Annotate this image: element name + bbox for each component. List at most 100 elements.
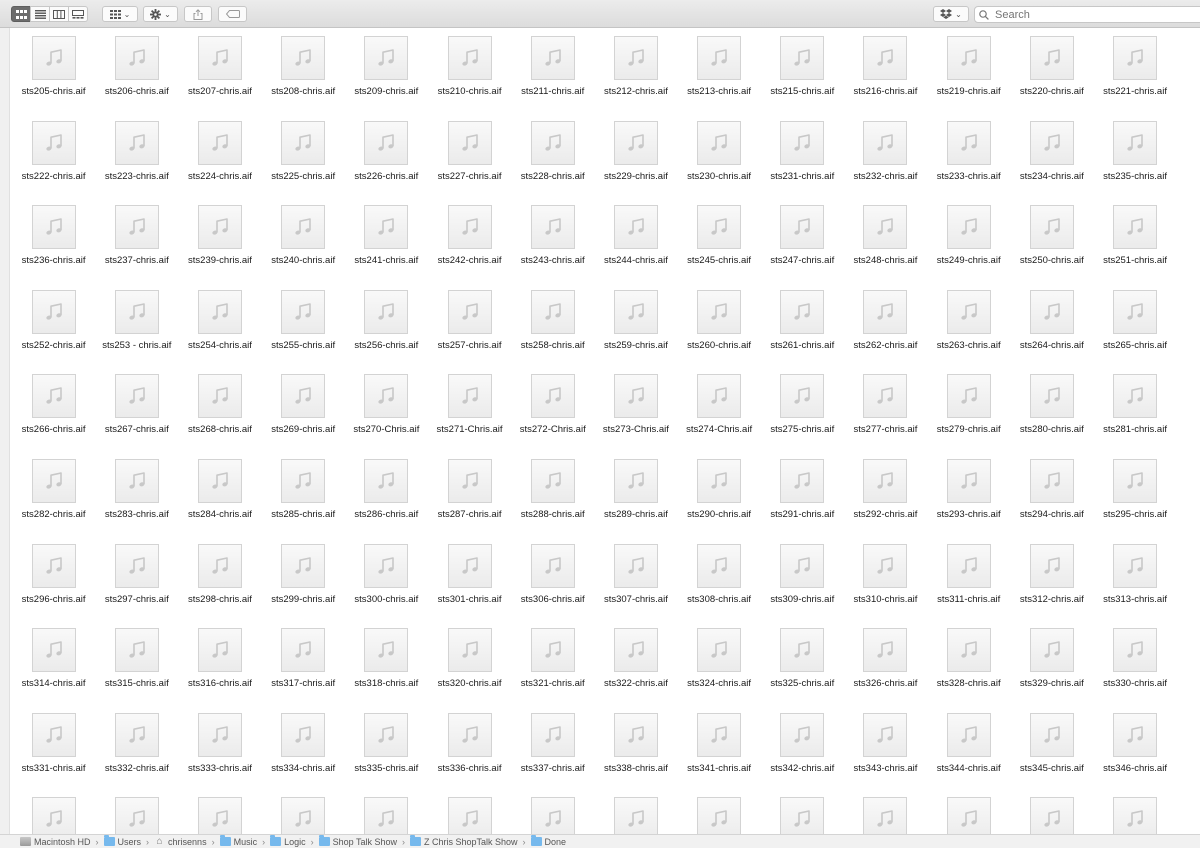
file-item[interactable]: sts317-chris.aif — [262, 628, 345, 713]
file-item[interactable]: sts242-chris.aif — [428, 205, 511, 290]
file-item[interactable]: sts211-chris.aif — [511, 36, 594, 121]
file-item[interactable]: sts333-chris.aif — [178, 712, 261, 798]
file-item[interactable]: sts280-chris.aif — [1010, 374, 1093, 459]
file-item[interactable]: sts253 - chris.aif — [95, 289, 178, 375]
music-note-icon[interactable] — [613, 628, 658, 673]
music-note-icon[interactable] — [530, 543, 575, 588]
music-note-icon[interactable] — [1113, 797, 1158, 834]
edit-tags-button[interactable] — [218, 6, 247, 22]
music-note-icon[interactable] — [530, 628, 575, 673]
file-item[interactable]: sts265-chris.aif — [1093, 289, 1176, 375]
music-note-icon[interactable] — [613, 458, 658, 503]
music-note-icon[interactable] — [863, 543, 908, 588]
music-note-icon[interactable] — [281, 543, 326, 588]
file-item[interactable]: sts234-chris.aif — [1010, 120, 1093, 206]
music-note-icon[interactable] — [31, 36, 76, 80]
file-item[interactable] — [1010, 797, 1093, 834]
music-note-icon[interactable] — [114, 374, 159, 419]
music-note-icon[interactable] — [530, 374, 575, 419]
music-note-icon[interactable] — [863, 205, 908, 250]
file-item[interactable]: sts309-chris.aif — [761, 543, 844, 629]
music-note-icon[interactable] — [780, 543, 825, 588]
file-item[interactable]: sts272-Chris.aif — [511, 374, 594, 459]
music-note-icon[interactable] — [281, 458, 326, 503]
music-note-icon[interactable] — [364, 458, 409, 503]
music-note-icon[interactable] — [530, 458, 575, 503]
music-note-icon[interactable] — [697, 374, 742, 419]
file-item[interactable]: sts226-chris.aif — [345, 120, 428, 206]
file-item[interactable]: sts290-chris.aif — [678, 458, 761, 544]
music-note-icon[interactable] — [697, 458, 742, 503]
file-item[interactable]: sts248-chris.aif — [844, 205, 927, 290]
music-note-icon[interactable] — [530, 120, 575, 165]
music-note-icon[interactable] — [114, 289, 159, 334]
file-item[interactable]: sts230-chris.aif — [678, 120, 761, 206]
file-item[interactable]: sts336-chris.aif — [428, 712, 511, 798]
music-note-icon[interactable] — [1029, 289, 1074, 334]
file-item[interactable]: sts308-chris.aif — [678, 543, 761, 629]
music-note-icon[interactable] — [281, 205, 326, 250]
path-crumb[interactable]: Users — [103, 835, 141, 847]
search-input[interactable] — [993, 8, 1185, 21]
music-note-icon[interactable] — [613, 36, 658, 80]
music-note-icon[interactable] — [197, 628, 242, 673]
music-note-icon[interactable] — [697, 289, 742, 334]
file-item[interactable]: sts326-chris.aif — [844, 628, 927, 713]
music-note-icon[interactable] — [364, 628, 409, 673]
music-note-icon[interactable] — [281, 374, 326, 419]
music-note-icon[interactable] — [197, 120, 242, 165]
file-item[interactable] — [95, 797, 178, 834]
music-note-icon[interactable] — [1113, 458, 1158, 503]
action-menu-button[interactable]: ⌄ — [143, 6, 178, 22]
file-item[interactable]: sts266-chris.aif — [12, 374, 95, 459]
file-item[interactable]: sts312-chris.aif — [1010, 543, 1093, 629]
file-item[interactable]: sts254-chris.aif — [178, 289, 261, 375]
file-item[interactable]: sts295-chris.aif — [1093, 458, 1176, 544]
music-note-icon[interactable] — [946, 36, 991, 80]
music-note-icon[interactable] — [447, 374, 492, 419]
path-crumb[interactable]: Done — [530, 835, 566, 847]
music-note-icon[interactable] — [1113, 543, 1158, 588]
file-item[interactable]: sts231-chris.aif — [761, 120, 844, 206]
music-note-icon[interactable] — [863, 712, 908, 757]
music-note-icon[interactable] — [1029, 374, 1074, 419]
music-note-icon[interactable] — [114, 458, 159, 503]
music-note-icon[interactable] — [1029, 543, 1074, 588]
file-item[interactable] — [511, 797, 594, 834]
file-item[interactable]: sts274-Chris.aif — [678, 374, 761, 459]
music-note-icon[interactable] — [447, 36, 492, 80]
music-note-icon[interactable] — [197, 543, 242, 588]
file-item[interactable]: sts337-chris.aif — [511, 712, 594, 798]
file-item[interactable]: sts288-chris.aif — [511, 458, 594, 544]
music-note-icon[interactable] — [364, 374, 409, 419]
music-note-icon[interactable] — [613, 289, 658, 334]
file-item[interactable]: sts285-chris.aif — [262, 458, 345, 544]
file-item[interactable]: sts249-chris.aif — [927, 205, 1010, 290]
file-item[interactable]: sts245-chris.aif — [678, 205, 761, 290]
file-item[interactable]: sts221-chris.aif — [1093, 36, 1176, 121]
file-item[interactable]: sts213-chris.aif — [678, 36, 761, 121]
music-note-icon[interactable] — [1029, 205, 1074, 250]
file-item[interactable]: sts331-chris.aif — [12, 712, 95, 798]
music-note-icon[interactable] — [946, 543, 991, 588]
file-item[interactable] — [594, 797, 677, 834]
music-note-icon[interactable] — [946, 289, 991, 334]
music-note-icon[interactable] — [281, 712, 326, 757]
file-item[interactable]: sts286-chris.aif — [345, 458, 428, 544]
file-item[interactable] — [12, 797, 95, 834]
music-note-icon[interactable] — [613, 712, 658, 757]
music-note-icon[interactable] — [1113, 712, 1158, 757]
file-item[interactable]: sts264-chris.aif — [1010, 289, 1093, 375]
file-item[interactable]: sts222-chris.aif — [12, 120, 95, 206]
music-note-icon[interactable] — [946, 120, 991, 165]
file-item[interactable]: sts301-chris.aif — [428, 543, 511, 629]
music-note-icon[interactable] — [364, 205, 409, 250]
file-item[interactable]: sts207-chris.aif — [178, 36, 261, 121]
music-note-icon[interactable] — [364, 36, 409, 80]
file-item[interactable]: sts257-chris.aif — [428, 289, 511, 375]
music-note-icon[interactable] — [1029, 628, 1074, 673]
music-note-icon[interactable] — [197, 374, 242, 419]
file-item[interactable]: sts270-Chris.aif — [345, 374, 428, 459]
music-note-icon[interactable] — [697, 628, 742, 673]
file-item[interactable]: sts206-chris.aif — [95, 36, 178, 121]
